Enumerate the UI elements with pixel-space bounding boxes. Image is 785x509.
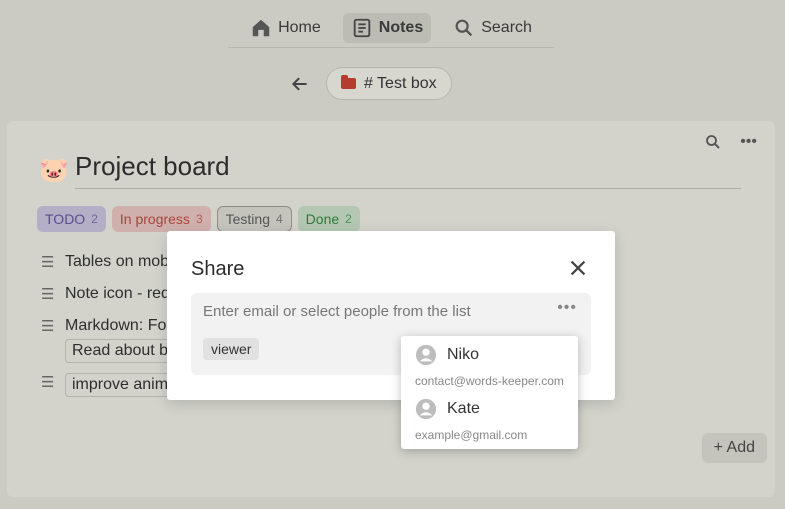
board-toolbar: ••• [704,133,757,151]
task-list: ☰ Tables on mob ☰ Note icon - red ☰ Mark… [41,253,184,411]
tag-todo[interactable]: TODO 2 [37,206,106,232]
list-item-subtext: Read about b [65,339,176,363]
notes-icon [353,18,371,37]
back-button[interactable] [288,72,312,96]
more-dots-icon[interactable]: ••• [740,133,757,151]
pig-icon: 🐷 [39,157,69,184]
tag-done[interactable]: Done 2 [297,206,360,232]
tag-label: Done [305,211,340,227]
more-dots-icon[interactable]: ••• [557,299,577,317]
list-item[interactable]: ☰ improve anima [41,373,184,397]
folder-icon [341,75,356,89]
close-icon[interactable] [567,257,589,279]
nav-home-label: Home [278,18,321,36]
nav-home[interactable]: Home [242,13,329,43]
drag-handle-icon[interactable]: ☰ [41,253,55,271]
list-item-text: Note icon - red [65,285,170,302]
tag-testing[interactable]: Testing 4 [216,206,292,232]
search-icon[interactable] [704,133,722,151]
list-item[interactable]: ☰ Tables on mob [41,253,184,271]
role-chip[interactable]: viewer [203,338,260,360]
tag-label: In progress [119,211,190,227]
tag-count: 2 [345,212,352,226]
tag-in-progress[interactable]: In progress 3 [111,206,211,232]
folder-chip-label: # Test box [364,74,437,92]
home-icon [252,19,270,36]
modal-title: Share [191,258,245,280]
drag-handle-icon[interactable]: ☰ [41,317,55,335]
tag-count: 2 [91,212,98,226]
tag-label: TODO [45,211,86,227]
nav-search[interactable]: Search [445,13,540,43]
list-item[interactable]: ☰ Markdown: Fo Read about b [41,317,184,363]
tag-count: 4 [275,212,283,226]
person-option-niko[interactable]: Niko contact@words-keeper.com [415,344,564,388]
drag-handle-icon[interactable]: ☰ [41,285,55,303]
list-item-text: Markdown: Fo [65,317,167,334]
email-input[interactable] [203,303,543,320]
drag-handle-icon[interactable]: ☰ [41,373,55,391]
person-email: contact@words-keeper.com [415,374,564,388]
breadcrumb: # Test box [288,67,452,100]
people-dropdown: Niko contact@words-keeper.com Kate examp… [401,336,578,449]
folder-chip[interactable]: # Test box [326,67,452,100]
user-avatar-icon [415,344,437,366]
add-button[interactable]: + Add [701,433,767,463]
board-title-text[interactable]: Project board [75,151,741,189]
person-name: Niko [447,346,480,363]
list-item[interactable]: ☰ Note icon - red [41,285,184,303]
top-nav: Home Notes Search [228,8,554,48]
user-avatar-icon [415,398,437,420]
person-name: Kate [447,400,480,417]
list-item-text: Tables on mob [65,253,170,270]
board-title: 🐷 Project board [39,151,741,189]
tag-count: 3 [195,212,203,226]
nav-search-label: Search [481,18,532,36]
person-option-kate[interactable]: Kate example@gmail.com [415,398,527,442]
search-icon [455,19,473,36]
status-tags: TODO 2 In progress 3 Testing 4 Done 2 [37,206,360,232]
back-arrow-icon [291,76,307,91]
nav-notes-label: Notes [378,18,424,36]
person-email: example@gmail.com [415,428,528,442]
nav-notes[interactable]: Notes [342,12,432,43]
tag-label: Testing [225,211,270,227]
